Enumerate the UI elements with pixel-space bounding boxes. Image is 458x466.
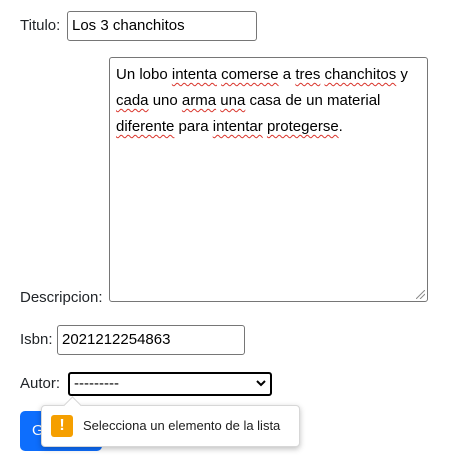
warning-icon: !: [51, 415, 73, 437]
autor-select[interactable]: ---------: [68, 372, 272, 396]
validation-message: Selecciona un elemento de la lista: [83, 418, 281, 433]
spellcheck-word: intentar: [212, 118, 263, 135]
description-text: Un lobo: [116, 66, 172, 83]
spellcheck-word: cada: [116, 92, 149, 109]
spellcheck-word: comerse: [221, 66, 279, 83]
resize-handle-icon[interactable]: [416, 290, 425, 299]
chevron-down-icon: [256, 380, 266, 387]
spellcheck-word: arma: [181, 92, 217, 109]
spellcheck-word: una: [220, 92, 246, 109]
description-text: para: [174, 118, 213, 135]
description-text: a: [278, 66, 296, 83]
description-text: uno: [148, 92, 182, 109]
spellcheck-word: diferente: [116, 118, 175, 135]
description-text: casa de un material: [245, 92, 381, 109]
isbn-label: Isbn:: [20, 331, 53, 348]
validation-tooltip: ! Selecciona un elemento de la lista: [41, 396, 300, 447]
spellcheck-word: chanchitos: [324, 66, 397, 83]
isbn-input[interactable]: 2021212254863: [57, 325, 245, 355]
tooltip-arrow: [63, 396, 82, 415]
autor-selected-value: ---------: [74, 375, 119, 392]
titulo-label: Titulo:: [20, 17, 61, 34]
titulo-input[interactable]: Los 3 chanchitos: [67, 11, 257, 41]
spellcheck-word: tres: [295, 66, 321, 83]
description-text: y: [396, 66, 408, 83]
description-text: .: [338, 118, 343, 135]
spellcheck-word: protegerse: [266, 118, 339, 135]
spellcheck-word: intenta: [171, 66, 217, 83]
descripcion-label: Descripcion:: [20, 289, 103, 306]
autor-label: Autor:: [20, 375, 61, 392]
descripcion-textarea[interactable]: Un lobo intenta comerse a tres chanchito…: [109, 57, 428, 302]
